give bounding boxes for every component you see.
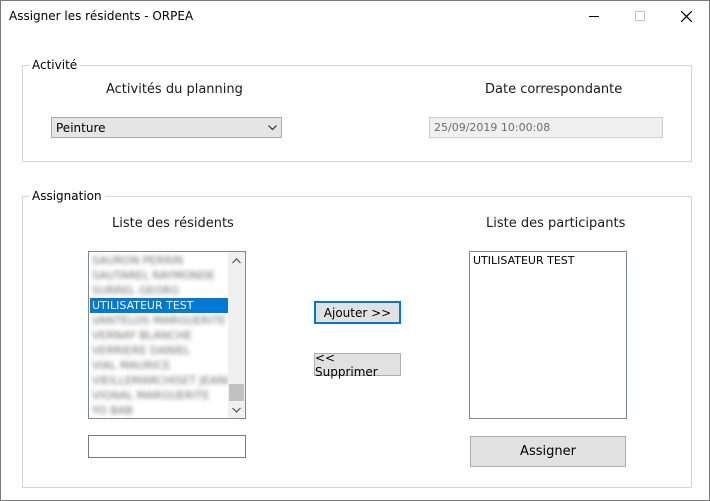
resident-list-item[interactable]: VIEILLEMARCHISET JEANI	[90, 373, 229, 388]
resident-list-item[interactable]: YO BAB	[90, 403, 229, 418]
scroll-down-button[interactable]	[228, 401, 245, 418]
resident-list-item[interactable]: VERRIERE DANIEL	[90, 343, 229, 358]
dialog-body: Activité Activités du planning Date corr…	[1, 31, 709, 500]
participant-item[interactable]: UTILISATEUR TEST	[473, 254, 574, 267]
resident-list-item[interactable]: SURREL GEORG	[90, 283, 229, 298]
residents-items: SAURON PERRIN SAUTAREL RAYMONDE SURREL GEO…	[90, 253, 229, 418]
minimize-icon	[589, 16, 599, 17]
residents-list-label: Liste des résidents	[112, 216, 234, 231]
minimize-button[interactable]	[571, 1, 617, 31]
maximize-icon	[635, 11, 645, 21]
resident-list-item[interactable]: VIAL MAURICE	[90, 358, 229, 373]
residents-scrollbar[interactable]	[228, 252, 245, 418]
participants-list-label: Liste des participants	[486, 216, 626, 231]
assignation-legend: Assignation	[29, 189, 105, 203]
chevron-down-icon	[268, 125, 277, 131]
resident-search-input[interactable]	[88, 435, 246, 458]
residents-listbox[interactable]: SAURON PERRIN SAUTAREL RAYMONDE SURREL GEO…	[88, 251, 246, 419]
resident-list-item[interactable]: UTILISATEUR TEST	[90, 298, 229, 313]
assign-button[interactable]: Assigner	[470, 436, 626, 467]
assign-residents-window: Assigner les résidents - ORPEA Activité …	[0, 0, 710, 501]
date-field: 25/09/2019 10:00:08	[429, 117, 663, 138]
resident-list-item[interactable]: VIGNAL MARGUERITE	[90, 388, 229, 403]
title-bar[interactable]: Assigner les résidents - ORPEA	[1, 1, 709, 31]
date-label: Date correspondante	[485, 82, 623, 97]
chevron-down-icon	[232, 407, 241, 413]
date-value: 25/09/2019 10:00:08	[434, 121, 551, 134]
resident-list-item[interactable]: VANTELOS MARGUERITE	[90, 313, 229, 328]
close-button[interactable]	[663, 1, 709, 31]
window-title: Assigner les résidents - ORPEA	[9, 9, 194, 23]
scroll-thumb[interactable]	[229, 384, 244, 401]
scroll-up-button[interactable]	[228, 252, 245, 269]
activite-group: Activité	[22, 58, 692, 162]
close-icon	[680, 10, 692, 22]
planning-selected-value: Peinture	[56, 121, 106, 135]
participants-listbox[interactable]: UTILISATEUR TEST	[469, 251, 627, 419]
resident-list-item[interactable]: SAUTAREL RAYMONDE	[90, 268, 229, 283]
planning-label: Activités du planning	[106, 82, 243, 97]
remove-button[interactable]: << Supprimer	[314, 351, 401, 379]
resident-list-item[interactable]: SAURON PERRIN	[90, 253, 229, 268]
chevron-up-icon	[232, 257, 241, 263]
activite-legend: Activité	[29, 58, 81, 72]
resident-list-item[interactable]: VERNAY BLANCHE	[90, 328, 229, 343]
add-button[interactable]: Ajouter >>	[314, 301, 401, 324]
maximize-button	[617, 1, 663, 31]
planning-activity-select[interactable]: Peinture	[51, 117, 282, 138]
